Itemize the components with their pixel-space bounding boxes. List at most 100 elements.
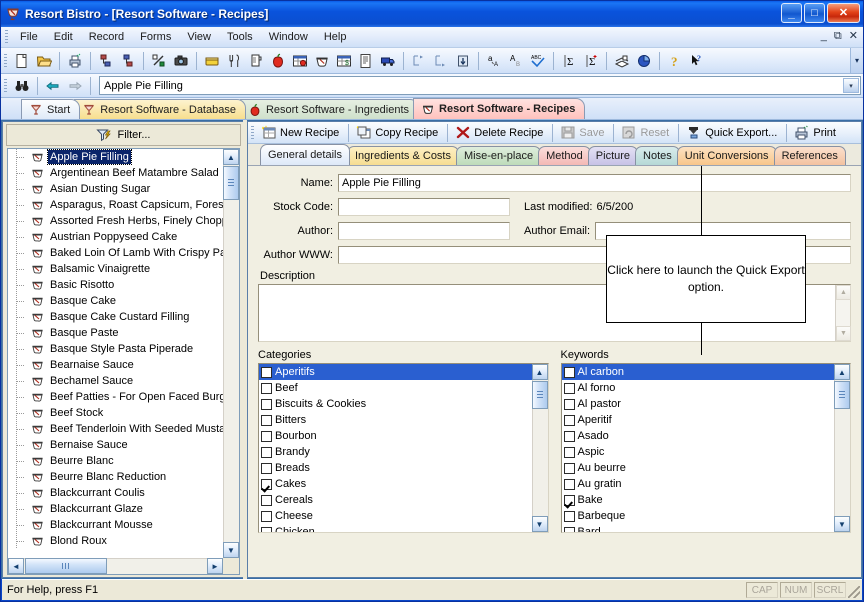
recipe-tree-item[interactable]: Blackcurrant Coulis: [8, 485, 223, 501]
form-tab-ingredients-costs[interactable]: Ingredients & Costs: [347, 146, 459, 165]
new-recipe-button[interactable]: New Recipe: [258, 123, 344, 142]
keyword-item[interactable]: Au gratin: [562, 476, 835, 492]
open-folder-icon[interactable]: [33, 50, 55, 72]
keyword-item[interactable]: Al carbon: [561, 364, 834, 380]
form-tab-notes[interactable]: Notes: [635, 146, 680, 165]
category-checkbox[interactable]: [261, 414, 272, 426]
recipe-tree-vertical-scrollbar[interactable]: ▲ ▼: [223, 149, 239, 558]
recipe-tree-item[interactable]: Beef Tenderloin With Seeded Musta: [8, 421, 223, 437]
keyword-checkbox[interactable]: [563, 366, 575, 378]
delete-recipe-button[interactable]: Delete Recipe: [452, 123, 548, 142]
record-toolbar-grip[interactable]: [251, 125, 254, 140]
keyword-item[interactable]: Aspic: [562, 444, 835, 460]
nav-toolbar-grip[interactable]: [4, 78, 7, 93]
print-button[interactable]: Print: [791, 123, 841, 142]
keyword-checkbox[interactable]: [563, 462, 575, 474]
recipe-tree-item[interactable]: Bearnaise Sauce: [8, 357, 223, 373]
category-item[interactable]: Cakes: [259, 476, 532, 492]
camera-icon[interactable]: [170, 50, 192, 72]
scroll-up-icon[interactable]: ▲: [836, 285, 851, 300]
menu-grip[interactable]: [5, 30, 8, 44]
menu-edit[interactable]: Edit: [46, 29, 81, 45]
report-icon[interactable]: [355, 50, 377, 72]
ingredient-grid-icon[interactable]: [289, 50, 311, 72]
recipe-tree-item[interactable]: Bechamel Sauce: [8, 373, 223, 389]
save-button[interactable]: Save: [557, 123, 609, 142]
recipe-tree[interactable]: Apple Pie Filling Argentinean Beef Matamb…: [7, 148, 240, 575]
scroll-right-icon[interactable]: ►: [207, 558, 223, 574]
menu-forms[interactable]: Forms: [132, 29, 179, 45]
categories-listbox[interactable]: Aperitifs Beef Biscuits & Cookies Bitters Bo…: [258, 363, 549, 533]
keyword-checkbox[interactable]: [563, 382, 575, 394]
description-scrollbar[interactable]: ▲ ▼: [835, 285, 851, 341]
recipe-tree-item[interactable]: Argentinean Beef Matambre Salad: [8, 165, 223, 181]
keyword-item[interactable]: Barbeque: [562, 508, 835, 524]
menu-file[interactable]: File: [12, 29, 46, 45]
organize-down-icon[interactable]: [95, 50, 117, 72]
chevron-down-icon[interactable]: ▾: [843, 78, 859, 93]
category-item[interactable]: Bitters: [259, 412, 532, 428]
form-tab-mise-en-place[interactable]: Mise-en-place: [456, 146, 542, 165]
recipe-tree-item[interactable]: Assorted Fresh Herbs, Finely Choppe: [8, 213, 223, 229]
keywords-listbox[interactable]: Al carbon Al forno Al pastor Aperitif Asado A…: [560, 363, 851, 533]
author-input[interactable]: [338, 222, 510, 240]
recipe-tree-item[interactable]: Austrian Poppyseed Cake: [8, 229, 223, 245]
name-input[interactable]: Apple Pie Filling: [338, 174, 851, 192]
sum-plus-icon[interactable]: Σ: [580, 50, 602, 72]
category-item[interactable]: Aperitifs: [259, 364, 532, 380]
close-button[interactable]: ✕: [827, 3, 860, 23]
category-item[interactable]: Cereals: [259, 492, 532, 508]
spellcheck-icon[interactable]: ABC: [527, 50, 549, 72]
categories-scrollbar[interactable]: ▲ ▼: [531, 364, 548, 532]
form-tab-picture[interactable]: Picture: [587, 146, 639, 165]
mixing-bowl-icon[interactable]: [311, 50, 333, 72]
cutlery-icon[interactable]: [223, 50, 245, 72]
percent-icon[interactable]: [148, 50, 170, 72]
category-item[interactable]: Breads: [259, 460, 532, 476]
delivery-truck-icon[interactable]: [377, 50, 399, 72]
scroll-down-icon[interactable]: ▼: [223, 542, 239, 558]
form-tab-unit-conversions[interactable]: Unit Conversions: [676, 146, 777, 165]
doc-tab-ingredients[interactable]: Resort Software - Ingredients: [239, 99, 420, 119]
stock-code-input[interactable]: [338, 198, 510, 216]
arrow-left-icon[interactable]: [42, 75, 64, 97]
scroll-thumb[interactable]: [223, 166, 239, 200]
menu-window[interactable]: Window: [261, 29, 316, 45]
keyword-checkbox[interactable]: [563, 430, 575, 442]
recipe-tree-item[interactable]: Baked Loin Of Lamb With Crispy Par: [8, 245, 223, 261]
recipe-tree-item[interactable]: Asian Dusting Sugar: [8, 181, 223, 197]
keyword-item[interactable]: Aperitif: [562, 412, 835, 428]
keyword-checkbox[interactable]: [563, 494, 575, 506]
doc-tab-database[interactable]: Resort Software - Database: [74, 99, 246, 119]
recipe-tree-item[interactable]: Basque Style Pasta Piperade: [8, 341, 223, 357]
keyword-checkbox[interactable]: [563, 510, 575, 522]
scroll-up-icon[interactable]: ▲: [223, 149, 239, 165]
costing-grid-icon[interactable]: $: [333, 50, 355, 72]
maximize-button[interactable]: □: [804, 3, 825, 23]
doc-tab-start[interactable]: Start: [21, 99, 81, 119]
arrow-right-icon[interactable]: [64, 75, 86, 97]
minimize-button[interactable]: _: [781, 3, 802, 23]
organize-up-icon[interactable]: [117, 50, 139, 72]
recipe-tree-item[interactable]: Basque Cake: [8, 293, 223, 309]
mdi-restore-button[interactable]: ⧉: [834, 29, 842, 43]
recipe-tree-item[interactable]: Blackcurrant Glaze: [8, 501, 223, 517]
recipe-tree-item[interactable]: Beef Patties - For Open Faced Burge: [8, 389, 223, 405]
recipe-tree-item[interactable]: Blackcurrant Mousse: [8, 517, 223, 533]
category-checkbox[interactable]: [261, 398, 272, 410]
context-help-icon[interactable]: ?: [686, 50, 708, 72]
sort-az-alt-icon[interactable]: AB: [505, 50, 527, 72]
keyword-checkbox[interactable]: [563, 414, 575, 426]
pie-chart-icon[interactable]: [633, 50, 655, 72]
keyword-item[interactable]: Asado: [562, 428, 835, 444]
menu-tools[interactable]: Tools: [219, 29, 261, 45]
sum-icon[interactable]: Σ: [558, 50, 580, 72]
keyword-checkbox[interactable]: [563, 526, 575, 532]
doc-tab-recipes[interactable]: Resort Software - Recipes: [413, 98, 586, 119]
keyword-checkbox[interactable]: [563, 478, 575, 490]
recipe-tree-item[interactable]: Basic Risotto: [8, 277, 223, 293]
mdi-close-button[interactable]: ✕: [849, 29, 858, 43]
recipe-tree-item[interactable]: Apple Pie Filling: [8, 149, 223, 165]
quick-export-button[interactable]: Quick Export...: [683, 123, 782, 142]
scroll-left-icon[interactable]: ◄: [8, 558, 24, 574]
